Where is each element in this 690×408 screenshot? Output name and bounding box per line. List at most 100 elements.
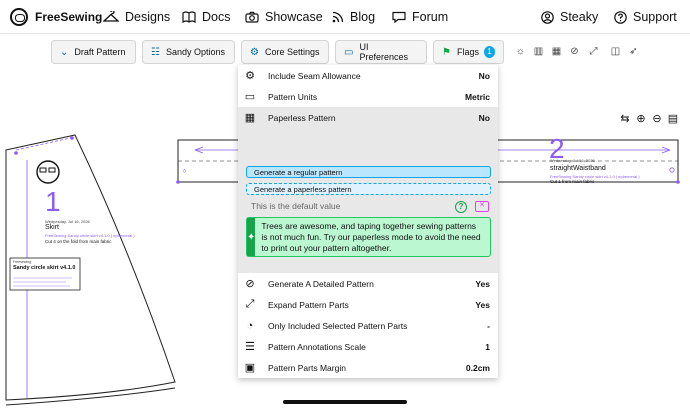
paperless-options-panel: Generate a regular pattern Generate a pa… <box>238 128 498 273</box>
nav-docs-label: Docs <box>202 10 231 24</box>
flags-count-badge: 1 <box>483 46 495 58</box>
setting-margin[interactable]: ▣ Pattern Parts Margin 0.2cm <box>238 357 498 378</box>
ui-preferences-button[interactable]: ▭ UI Preferences <box>335 40 427 64</box>
workbench-toolbar: ⌄ Draft Pattern ☷ Sandy Options ⚙ Core S… <box>0 34 690 68</box>
setting-label: Paperless Pattern <box>268 112 336 123</box>
expand-icon[interactable]: ⤢ <box>587 45 600 58</box>
help-icon[interactable]: ? <box>455 201 467 213</box>
chevron-down-icon: ⌄ <box>60 46 69 58</box>
nav-forum-label: Forum <box>412 10 449 24</box>
option-regular-pattern[interactable]: Generate a regular pattern <box>246 166 491 178</box>
setting-seam-allowance[interactable]: ⚙ Include Seam Allowance No <box>238 65 498 86</box>
rocket-icon[interactable]: ➶ <box>627 45 640 58</box>
setting-label: Only Included Selected Pattern Parts <box>268 320 408 331</box>
pie-chart-icon: ◔ <box>246 319 254 332</box>
flags-button[interactable]: ⚑ Flags 1 <box>433 40 504 64</box>
sliders-icon: ☷ <box>151 46 160 58</box>
setting-label: Pattern Units <box>268 91 318 102</box>
part-1-cut: Cut 4 on the fold from main fabric <box>45 239 112 244</box>
tip-text: Trees are awesome, and taping together s… <box>261 221 481 253</box>
menu-lines-icon: ☰ <box>245 341 255 353</box>
sun-icon[interactable]: ☼ <box>514 45 527 58</box>
setting-value: No <box>478 70 490 81</box>
setting-value: 0.2cm <box>465 362 490 373</box>
grid-icon[interactable]: ▦ <box>550 45 563 58</box>
nav-support[interactable]: Support <box>614 0 677 34</box>
help-circle-icon <box>614 10 627 24</box>
setting-label: Expand Pattern Parts <box>268 299 349 310</box>
nav-showcase[interactable]: Showcase <box>245 0 323 34</box>
monitor-icon: ▭ <box>344 46 354 58</box>
flags-label: Flags <box>456 47 479 57</box>
part-1-version: FreeSewing Sandy circle skirt v4.1.0 ( e… <box>45 233 135 238</box>
part-2-date: Wednesday, Jul 16, 2026 <box>550 158 595 163</box>
setting-units[interactable]: ▭ Pattern Units Metric <box>238 86 498 107</box>
ruler-icon[interactable]: ▥ <box>532 45 545 58</box>
brand-name: FreeSewing <box>35 10 103 24</box>
setting-detailed[interactable]: ⊘ Generate A Detailed Pattern Yes <box>238 273 498 294</box>
home-indicator <box>283 400 407 404</box>
margin-icon: ▣ <box>244 362 256 374</box>
eye-off-icon: ⊘ <box>245 278 255 290</box>
core-settings-label: Core Settings <box>264 47 320 57</box>
top-nav: FreeSewing Designs Docs Showcase Blog Fo… <box>0 0 690 34</box>
setting-value: Yes <box>475 299 490 310</box>
setting-label: Include Seam Allowance <box>268 70 361 81</box>
setting-label: Pattern Parts Margin <box>268 362 346 373</box>
nav-username: Steaky <box>560 10 599 24</box>
default-value-text: This is the default value <box>251 201 341 211</box>
nav-blog-label: Blog <box>350 10 376 24</box>
default-value-note: This is the default value ? ✕ <box>246 200 491 213</box>
eye-off-icon[interactable]: ⊘ <box>568 45 581 58</box>
nav-support-label: Support <box>633 10 677 24</box>
setting-value: Metric <box>464 91 490 102</box>
reset-icon[interactable]: ✕ <box>475 201 489 212</box>
nav-docs[interactable]: Docs <box>182 0 230 34</box>
setting-value: - <box>487 320 490 331</box>
ruler-icon: ▭ <box>244 91 256 103</box>
nav-account[interactable]: Steaky <box>541 0 598 34</box>
flag-icon: ⚑ <box>442 46 451 58</box>
rss-icon <box>332 11 344 23</box>
setting-expand[interactable]: ⤢ Expand Pattern Parts Yes <box>238 294 498 315</box>
user-circle-icon <box>541 10 554 24</box>
part-1-number: 1 <box>45 186 61 217</box>
part-2-name: straightWaistband <box>550 165 606 172</box>
sidebar-icon[interactable]: ◫ <box>609 45 622 58</box>
draft-pattern-label: Draft Pattern <box>74 47 126 57</box>
ui-preferences-label: UI Preferences <box>359 42 408 62</box>
part-1-name: Skirt <box>45 224 59 231</box>
setting-paperless[interactable]: ▦ Paperless Pattern No <box>238 107 498 128</box>
freesewing-logo-icon <box>10 8 28 26</box>
brand-link[interactable]: FreeSewing <box>10 0 102 34</box>
nav-designs-label: Designs <box>125 10 171 24</box>
core-settings-button[interactable]: ⚙ Core Settings <box>241 40 329 64</box>
title-box-small: Freesewing <box>13 260 32 264</box>
grid-icon: ▦ <box>244 112 256 124</box>
nav-forum[interactable]: Forum <box>392 0 448 34</box>
nav-designs[interactable]: Designs <box>103 0 170 34</box>
svg-text:◊: ◊ <box>183 168 186 175</box>
setting-only-parts[interactable]: ◔ Only Included Selected Pattern Parts - <box>238 315 498 336</box>
nav-showcase-label: Showcase <box>265 10 323 24</box>
setting-value: Yes <box>475 278 490 289</box>
chat-bubble-icon <box>392 11 406 23</box>
gear-icon: ⚙ <box>250 46 259 58</box>
book-icon <box>182 11 196 23</box>
camera-icon <box>245 11 259 23</box>
design-options-button[interactable]: ☷ Sandy Options <box>142 40 235 64</box>
setting-annotation-scale[interactable]: ☰ Pattern Annotations Scale 1 <box>238 336 498 357</box>
tip-box: ✦ Trees are awesome, and taping together… <box>246 217 491 257</box>
core-settings-menu: ⚙ Include Seam Allowance No ▭ Pattern Un… <box>238 65 498 378</box>
nav-blog[interactable]: Blog <box>332 0 375 34</box>
setting-label: Generate A Detailed Pattern <box>268 278 374 289</box>
lightbulb-icon: ✦ <box>247 218 256 256</box>
seam-allowance-icon: ⚙ <box>245 70 255 82</box>
draft-pattern-button[interactable]: ⌄ Draft Pattern <box>51 40 136 64</box>
setting-value: 1 <box>485 341 490 352</box>
expand-icon: ⤢ <box>245 298 255 310</box>
hanger-icon <box>103 11 119 22</box>
option-paperless-pattern[interactable]: Generate a paperless pattern <box>246 183 491 195</box>
setting-value: No <box>478 112 490 123</box>
title-box-title: Sandy circle skirt v4.1.0 <box>13 265 76 271</box>
